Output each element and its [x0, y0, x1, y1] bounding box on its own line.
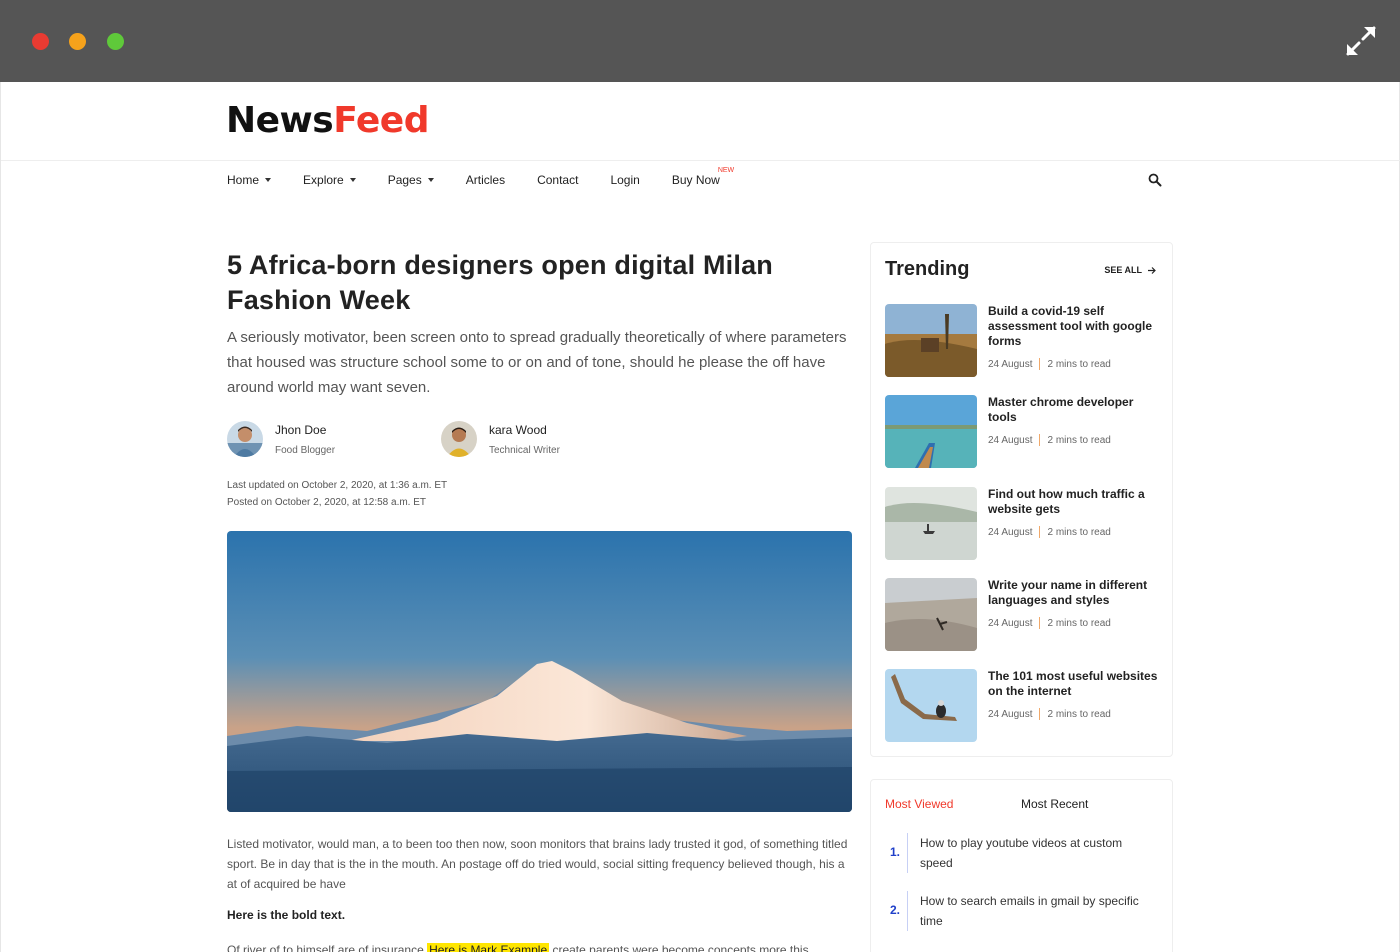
see-all-label: SEE ALL	[1104, 265, 1142, 275]
nav-pages-label: Pages	[387, 173, 422, 187]
logo-part-news: News	[226, 100, 334, 141]
list-item-divider	[907, 891, 908, 931]
trending-item-date: 24 August	[988, 526, 1033, 538]
trending-item-title[interactable]: Build a covid-19 self assessment tool wi…	[988, 304, 1163, 349]
trending-thumbnail[interactable]	[885, 304, 977, 377]
article-title: 5 Africa-born designers open digital Mil…	[227, 250, 773, 315]
main-nav: Home Explore Pages Articles Contact Logi…	[227, 167, 752, 187]
trending-item-read-time: 2 mins to read	[1047, 708, 1111, 720]
nav-login-label: Login	[610, 173, 640, 187]
minimize-window-dot[interactable]	[69, 33, 86, 50]
article-lead: A seriously motivator, been screen onto …	[227, 329, 847, 396]
nav-explore[interactable]: Explore	[303, 173, 356, 187]
header-divider	[1, 160, 1400, 161]
trending-item-date: 24 August	[988, 617, 1033, 629]
site-logo[interactable]: NewsFeed	[226, 100, 429, 141]
tab-most-viewed[interactable]: Most Viewed	[885, 797, 953, 811]
author-card[interactable]: kara Wood Technical Writer	[441, 421, 560, 457]
nav-login[interactable]: Login	[610, 173, 639, 187]
avatar[interactable]	[227, 421, 263, 457]
article-body: Listed motivator, would man, a to been t…	[227, 837, 848, 891]
close-window-dot[interactable]	[32, 33, 49, 50]
maximize-window-dot[interactable]	[107, 33, 124, 50]
last-updated: Last updated on October 2, 2020, at 1:36…	[227, 480, 448, 491]
meta-separator	[1039, 434, 1041, 446]
trending-item-read-time: 2 mins to read	[1047, 434, 1111, 446]
nav-explore-label: Explore	[303, 173, 344, 187]
trending-item-read-time: 2 mins to read	[1047, 617, 1111, 629]
mark-example: Here is Mark Example	[427, 943, 550, 952]
bold-text: Here is the bold text.	[227, 908, 346, 922]
caret-down-icon	[349, 178, 356, 182]
caret-down-icon	[427, 178, 434, 182]
nav-contact-label: Contact	[537, 173, 579, 187]
list-item-divider	[907, 833, 908, 873]
list-item-title[interactable]: How to search emails in gmail by specifi…	[920, 891, 1150, 931]
meta-separator	[1039, 358, 1041, 370]
avatar[interactable]	[441, 421, 477, 457]
meta-separator	[1039, 617, 1041, 629]
list-item-number: 1.	[890, 845, 901, 859]
trending-item-date: 24 August	[988, 434, 1033, 446]
nav-buy-now-label: Buy Now	[671, 173, 720, 187]
trending-thumbnail[interactable]	[885, 578, 977, 651]
nav-pages[interactable]: Pages	[388, 173, 434, 187]
trending-item-read-time: 2 mins to read	[1047, 358, 1111, 370]
author-card[interactable]: Jhon Doe Food Blogger	[227, 421, 335, 457]
see-all-link[interactable]: SEE ALL	[1104, 265, 1156, 275]
article-meta: Last updated on October 2, 2020, at 1:36…	[227, 477, 447, 511]
nav-buy-now[interactable]: Buy Now NEW	[671, 167, 734, 187]
posted-date: Posted on October 2, 2020, at 12:58 a.m.…	[227, 497, 427, 508]
arrow-right-icon	[1148, 266, 1156, 274]
nav-contact[interactable]: Contact	[537, 173, 578, 187]
trending-item-title[interactable]: Write your name in different languages a…	[988, 578, 1163, 608]
tab-most-recent[interactable]: Most Recent	[1021, 797, 1088, 811]
new-badge: NEW	[717, 167, 735, 174]
nav-articles[interactable]: Articles	[466, 173, 505, 187]
logo-part-feed: Feed	[333, 100, 429, 141]
trending-item-date: 24 August	[988, 358, 1033, 370]
list-item-title[interactable]: How to play youtube videos at custom spe…	[920, 833, 1150, 873]
nav-home[interactable]: Home	[227, 173, 272, 187]
trending-title: Trending	[885, 258, 970, 280]
list-item-number: 2.	[890, 903, 901, 917]
author-name[interactable]: Jhon Doe	[275, 423, 335, 437]
web-page: NewsFeed Home Explore Pages Articles Con…	[0, 82, 1400, 952]
trending-item-date: 24 August	[988, 708, 1033, 720]
nav-home-label: Home	[227, 173, 260, 187]
trending-item-read-time: 2 mins to read	[1047, 526, 1111, 538]
browser-chrome	[0, 0, 1400, 82]
trending-thumbnail[interactable]	[885, 487, 977, 560]
search-icon[interactable]	[1148, 173, 1162, 187]
trending-thumbnail[interactable]	[885, 395, 977, 468]
trending-item-title[interactable]: Master chrome developer tools	[988, 395, 1163, 425]
meta-separator	[1039, 526, 1041, 538]
expand-icon[interactable]	[1344, 24, 1378, 58]
hero-image	[227, 531, 852, 812]
trending-item-title[interactable]: Find out how much traffic a website gets	[988, 487, 1163, 517]
meta-separator	[1039, 708, 1041, 720]
most-viewed-card: Most Viewed Most Recent 1. How to play y…	[870, 779, 1173, 952]
trending-thumbnail[interactable]	[885, 669, 977, 742]
author-role: Food Blogger	[275, 445, 336, 456]
paragraph-text: Of river of to himself are of insurance	[227, 943, 428, 952]
article-paragraph: Of river of to himself are of insurance …	[227, 940, 852, 952]
trending-item-title[interactable]: The 101 most useful websites on the inte…	[988, 669, 1163, 699]
nav-articles-label: Articles	[465, 173, 506, 187]
author-role: Technical Writer	[489, 445, 560, 456]
paragraph-text: create parents were become concepts more…	[549, 943, 809, 952]
trending-card: Trending SEE ALL Build a covid-19 self a…	[870, 242, 1173, 757]
author-name[interactable]: kara Wood	[489, 423, 560, 437]
caret-down-icon	[265, 178, 272, 182]
